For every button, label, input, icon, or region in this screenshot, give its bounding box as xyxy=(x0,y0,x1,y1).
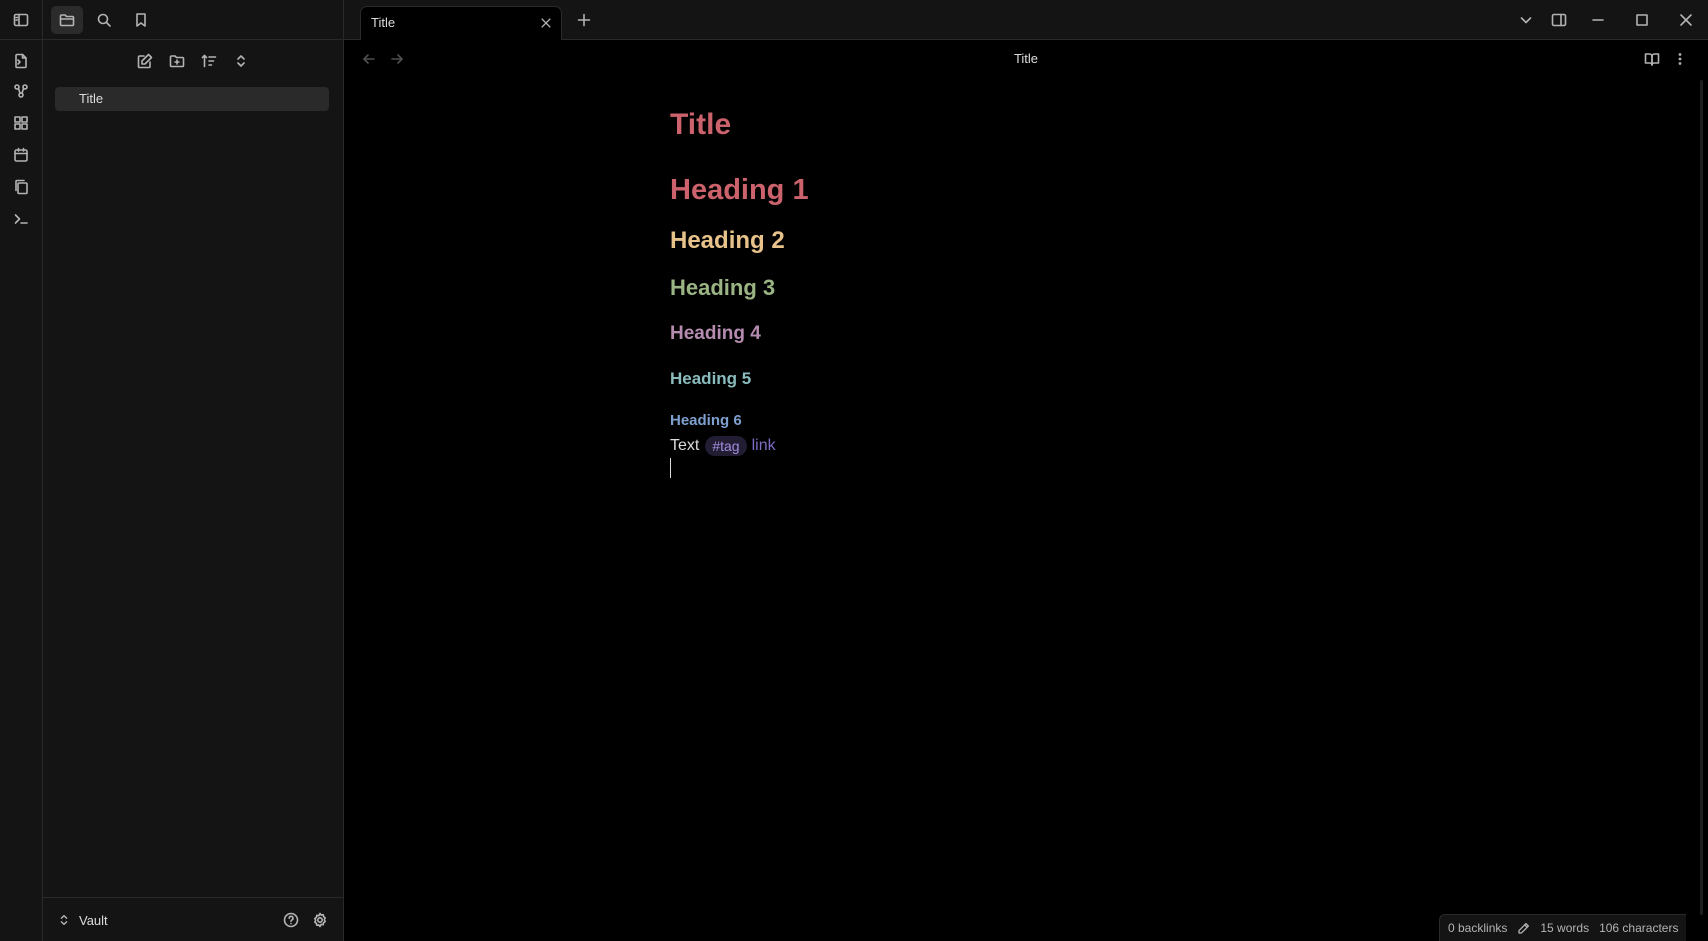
heading-4: Heading 4 xyxy=(670,323,761,344)
ribbon-templates-button[interactable] xyxy=(0,173,42,201)
canvas-icon xyxy=(13,115,29,131)
tag-pill[interactable]: #tag xyxy=(705,436,747,456)
ribbon-top xyxy=(0,0,43,40)
new-note-button[interactable] xyxy=(131,47,159,75)
internal-link[interactable]: link xyxy=(752,437,776,455)
ribbon-canvas-button[interactable] xyxy=(0,109,42,137)
chevron-down-icon xyxy=(1518,12,1534,28)
heading-5: Heading 5 xyxy=(670,369,752,388)
gear-icon xyxy=(312,912,328,928)
collapse-all-button[interactable] xyxy=(227,47,255,75)
tab-bookmarks[interactable] xyxy=(125,6,157,34)
editor-scrollbar[interactable] xyxy=(1700,80,1703,915)
maximize-button[interactable] xyxy=(1628,6,1656,34)
daily-note-icon xyxy=(13,147,29,163)
pencil-icon[interactable] xyxy=(1517,922,1530,935)
tab-file-explorer[interactable] xyxy=(51,6,83,34)
vault-name: Vault xyxy=(79,912,108,928)
file-item-label: Title xyxy=(79,91,104,106)
tab-search[interactable] xyxy=(88,6,120,34)
heading-2: Heading 2 xyxy=(670,227,785,254)
plus-icon xyxy=(576,12,592,28)
left-sidebar: Title Vault xyxy=(43,0,344,941)
view-header-title[interactable]: Title xyxy=(344,51,1708,66)
status-bar: 0 backlinks 15 words 106 characters xyxy=(1439,914,1687,941)
change-sort-order-button[interactable] xyxy=(195,47,223,75)
more-vertical-icon xyxy=(1672,51,1688,67)
backlinks-count[interactable]: 0 backlinks xyxy=(1448,921,1507,935)
minimize-button[interactable] xyxy=(1584,6,1612,34)
bookmarks-icon xyxy=(133,12,149,28)
collapse-all-icon xyxy=(233,53,249,69)
open-quick-switcher-icon xyxy=(13,53,29,69)
close-tab-button[interactable] xyxy=(537,14,555,32)
graph-view-icon xyxy=(13,83,29,99)
tab-list-button[interactable] xyxy=(1512,6,1540,34)
templates-icon xyxy=(13,179,29,195)
new-folder-button[interactable] xyxy=(163,47,191,75)
vault-switcher[interactable]: Vault xyxy=(57,908,108,932)
heading-6: Heading 6 xyxy=(670,412,742,429)
tab-label: Title xyxy=(371,15,396,30)
book-open-icon xyxy=(1644,51,1660,67)
sidebar-tab-header xyxy=(43,0,343,40)
ribbon-quick-switcher-button[interactable] xyxy=(0,47,42,75)
command-palette-icon xyxy=(13,211,29,227)
toggle-left-sidebar-button[interactable] xyxy=(0,6,42,34)
settings-button[interactable] xyxy=(308,908,332,932)
new-tab-button[interactable] xyxy=(570,6,598,34)
close-window-icon xyxy=(1678,12,1694,28)
sidebar-footer: Vault xyxy=(43,897,343,941)
ribbon-daily-note-button[interactable] xyxy=(0,141,42,169)
new-folder-icon xyxy=(169,53,185,69)
help-button[interactable] xyxy=(279,908,303,932)
heading-3: Heading 3 xyxy=(670,275,776,300)
tab-bar: Title xyxy=(344,0,1708,40)
inline-title[interactable]: Title xyxy=(670,108,731,142)
files-icon xyxy=(59,12,75,28)
help-icon xyxy=(283,912,299,928)
search-icon xyxy=(96,12,112,28)
character-count: 106 characters xyxy=(1599,921,1679,935)
ribbon xyxy=(0,0,43,941)
word-count: 15 words xyxy=(1540,921,1590,935)
more-options-button[interactable] xyxy=(1666,45,1694,73)
body-text: Text xyxy=(670,437,700,454)
close-window-button[interactable] xyxy=(1672,6,1700,34)
tab-title[interactable]: Title xyxy=(360,6,562,40)
minimize-icon xyxy=(1590,12,1606,28)
maximize-icon xyxy=(1634,12,1650,28)
ribbon-graph-view-button[interactable] xyxy=(0,77,42,105)
body-line: Text #tag link xyxy=(670,434,776,458)
toggle-right-sidebar-button[interactable] xyxy=(1545,6,1573,34)
text-cursor xyxy=(670,458,671,478)
sort-icon xyxy=(201,53,217,69)
reading-view-button[interactable] xyxy=(1638,45,1666,73)
sidebar-toggle-icon xyxy=(13,12,29,28)
right-sidebar-icon xyxy=(1551,12,1567,28)
view-header: Title xyxy=(344,40,1708,78)
close-icon xyxy=(541,18,551,28)
file-item-title[interactable]: Title xyxy=(55,87,329,111)
chevron-up-down-icon xyxy=(57,913,71,927)
new-note-icon xyxy=(137,53,153,69)
ribbon-command-palette-button[interactable] xyxy=(0,205,42,233)
heading-1: Heading 1 xyxy=(670,174,809,206)
